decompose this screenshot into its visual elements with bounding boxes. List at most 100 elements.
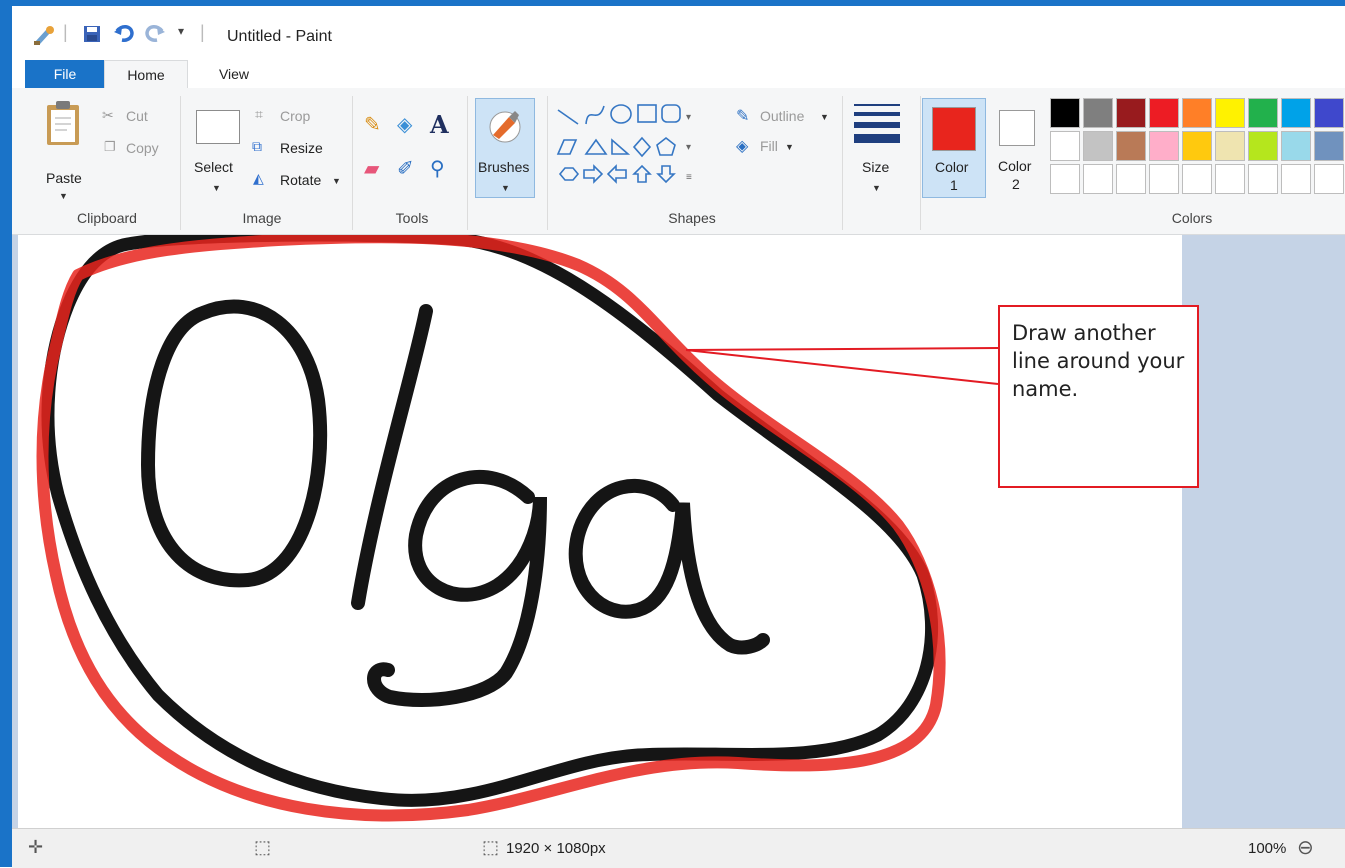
color-palette [1050,98,1345,198]
colors-group-label: Colors [1171,210,1213,226]
rotate-button[interactable]: Rotate [280,172,321,188]
brushes-label: Brushes [478,159,530,175]
color2-label-line2: 2 [1012,176,1020,192]
separator [352,96,353,230]
palette-swatch[interactable] [1050,98,1080,128]
selection-size-icon: ⬚ [254,837,272,857]
tab-file[interactable]: File [25,60,105,88]
magnifier-icon[interactable]: ⚲ [430,156,445,181]
palette-empty-swatch[interactable] [1215,164,1245,194]
separator [842,96,843,230]
palette-swatch[interactable] [1050,131,1080,161]
letter-o-stroke [140,299,328,588]
zoom-out-icon[interactable]: ⊖ [1297,835,1314,860]
fill-button[interactable]: Fill [760,138,778,154]
paste-label: Paste [46,170,82,186]
palette-swatch[interactable] [1149,131,1179,161]
eraser-icon[interactable]: ▰ [364,156,379,181]
resize-button[interactable]: Resize [280,140,323,156]
text-tool-icon[interactable]: A [430,110,449,139]
instruction-callout: Draw another line around your name. [998,305,1199,488]
customize-quick-access-icon[interactable]: ▾ [178,24,184,38]
size-button[interactable]: Size ▼ [850,98,906,198]
palette-empty-swatch[interactable] [1248,164,1278,194]
color2-swatch [999,110,1035,146]
title-separator: | [63,22,68,42]
title-separator-2: | [200,22,205,42]
tools-group-label: Tools [395,210,429,226]
color1-label-line1: Color [935,159,969,175]
undo-icon[interactable] [113,23,135,48]
palette-empty-swatch[interactable] [1050,164,1080,194]
cut-scissors-icon: ✂ [102,107,114,123]
crop-button[interactable]: Crop [280,108,310,124]
canvas-size-icon: ⬚ [482,837,500,857]
canvas-dimensions: 1920 × 1080px [506,840,606,857]
redo-icon[interactable] [144,23,166,48]
image-group-label: Image [242,210,282,226]
palette-swatch[interactable] [1116,131,1146,161]
outline-button[interactable]: Outline [760,108,804,124]
brushes-button[interactable]: Brushes ▼ [475,98,535,198]
tab-view[interactable]: View [204,60,264,88]
size-label: Size [862,159,890,175]
palette-empty-swatch[interactable] [1116,164,1146,194]
fill-dropdown-icon: ▼ [785,142,794,152]
clipboard-group-label: Clipboard [77,210,137,226]
letter-g-stroke [367,469,547,707]
palette-swatch[interactable] [1149,98,1179,128]
shapes-grid-icon: ▾ ▾ ≡ [556,104,692,184]
palette-swatch[interactable] [1215,98,1245,128]
palette-empty-swatch[interactable] [1083,164,1113,194]
palette-empty-swatch[interactable] [1182,164,1212,194]
zoom-level: 100% [1248,840,1287,857]
palette-swatch[interactable] [1083,131,1113,161]
palette-swatch[interactable] [1281,98,1311,128]
palette-swatch[interactable] [1083,98,1113,128]
pencil-icon[interactable]: ✎ [364,112,381,137]
tab-home[interactable]: Home [104,60,188,88]
color-picker-icon[interactable]: ✐ [397,156,414,181]
outline-icon: ✎ [736,108,750,125]
callout-leader-line-2 [685,349,999,385]
rotate-dropdown-icon: ▼ [332,176,341,186]
select-button[interactable]: Select ▼ [192,98,244,198]
svg-text:▾: ▾ [686,112,691,123]
paste-button[interactable]: Paste ▼ [38,98,88,201]
rotate-icon: ◭ [253,170,264,186]
size-dropdown-icon: ▼ [872,183,881,193]
palette-empty-swatch[interactable] [1281,164,1311,194]
save-icon[interactable] [82,24,102,49]
palette-swatch[interactable] [1182,98,1212,128]
separator [920,96,921,230]
brush-icon [489,111,521,143]
palette-swatch[interactable] [1248,131,1278,161]
cut-button[interactable]: Cut [126,108,148,124]
palette-empty-swatch[interactable] [1314,164,1344,194]
palette-swatch[interactable] [1116,98,1146,128]
window-frame-left [0,0,12,867]
shapes-gallery[interactable]: ▾ ▾ ≡ [554,98,730,194]
palette-empty-swatch[interactable] [1149,164,1179,194]
shapes-group-label: Shapes [668,210,716,226]
cursor-position-icon: ✛ [28,837,44,857]
separator [547,96,548,230]
status-bar: ✛ ⬚ ⬚ 1920 × 1080px 100% ⊖ [12,828,1345,868]
ribbon: Paste ▼ ✂ Cut ❐ Copy Clipboard Select ▼ … [12,88,1345,235]
letter-a-stroke [568,478,770,655]
window-title: Untitled - Paint [227,28,332,45]
palette-swatch[interactable] [1248,98,1278,128]
select-dropdown-icon: ▼ [212,183,221,193]
palette-swatch[interactable] [1314,98,1344,128]
fill-bucket-icon[interactable]: ◈ [397,112,412,137]
resize-icon: ⧉ [252,138,262,154]
palette-swatch[interactable] [1215,131,1245,161]
copy-button[interactable]: Copy [126,140,159,156]
color1-button[interactable]: Color 1 [922,98,986,198]
copy-icon: ❐ [104,139,116,154]
color2-button[interactable]: Color 2 [990,98,1046,198]
palette-swatch[interactable] [1182,131,1212,161]
palette-swatch[interactable] [1314,131,1344,161]
color2-label-line1: Color [998,158,1032,174]
palette-swatch[interactable] [1281,131,1311,161]
